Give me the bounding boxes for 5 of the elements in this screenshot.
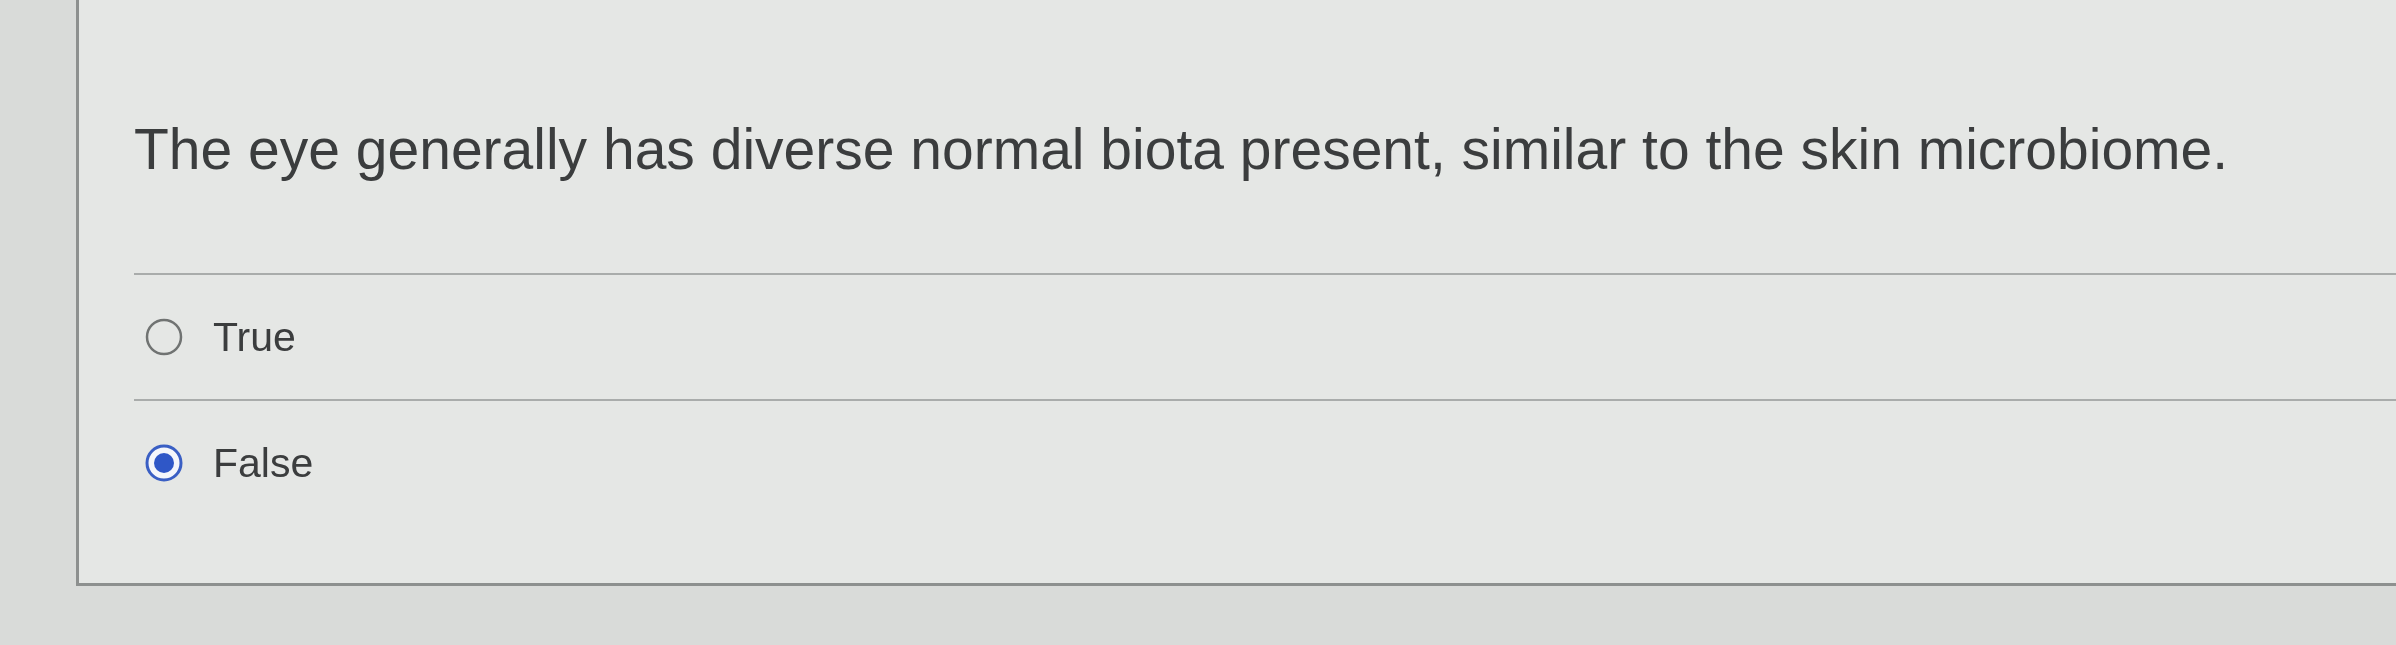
radio-button[interactable] — [145, 318, 183, 357]
radio-button[interactable] — [145, 444, 183, 483]
question-text: The eye generally has diverse normal biota present, similar to the skin microbiome. — [134, 116, 2230, 183]
option-label[interactable]: True — [213, 306, 296, 369]
option-label[interactable]: False — [213, 432, 314, 495]
